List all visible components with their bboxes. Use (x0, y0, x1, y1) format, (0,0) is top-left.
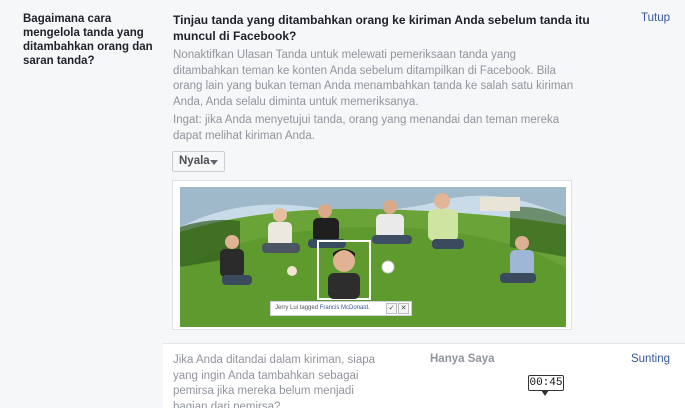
tagged-person-link[interactable]: Francis McDonald. (320, 305, 370, 311)
close-icon[interactable]: ✕ (398, 303, 409, 314)
tag-review-title: Tinjau tanda yang ditambahkan orang ke k… (173, 13, 590, 43)
tag-review-dropdown[interactable]: Nyala (172, 151, 225, 172)
check-icon[interactable]: ✓ (386, 303, 397, 314)
close-link[interactable]: Tutup (641, 12, 670, 24)
settings-sidebar-column: Bagaimana cara mengelola tanda yang dita… (0, 0, 163, 408)
audience-question: Jika Anda ditandai dalam kiriman, siapa … (173, 354, 376, 408)
tag-suggestion-bar: Jerry Lui tagged Francis McDonald. ✓ ✕ (270, 301, 412, 316)
edit-link[interactable]: Sunting (631, 353, 670, 365)
tag-review-description: Nonaktifkan Ulasan Tanda untuk melewati … (173, 49, 574, 108)
tag-review-reminder: Ingat: jika Anda menyetujui tanda, orang… (173, 114, 560, 142)
caret-down-icon (210, 160, 218, 165)
video-timer: 00:45 (528, 375, 564, 391)
timer-pointer (541, 390, 549, 396)
tagger-text: Jerry Lui tagged (275, 305, 319, 311)
tag-audience-row: Jika Anda ditandai dalam kiriman, siapa … (163, 345, 685, 408)
dropdown-value: Nyala (179, 155, 210, 167)
audience-value: Hanya Saya (430, 353, 495, 365)
setting-question: Bagaimana cara mengelola tanda yang dita… (23, 13, 153, 67)
